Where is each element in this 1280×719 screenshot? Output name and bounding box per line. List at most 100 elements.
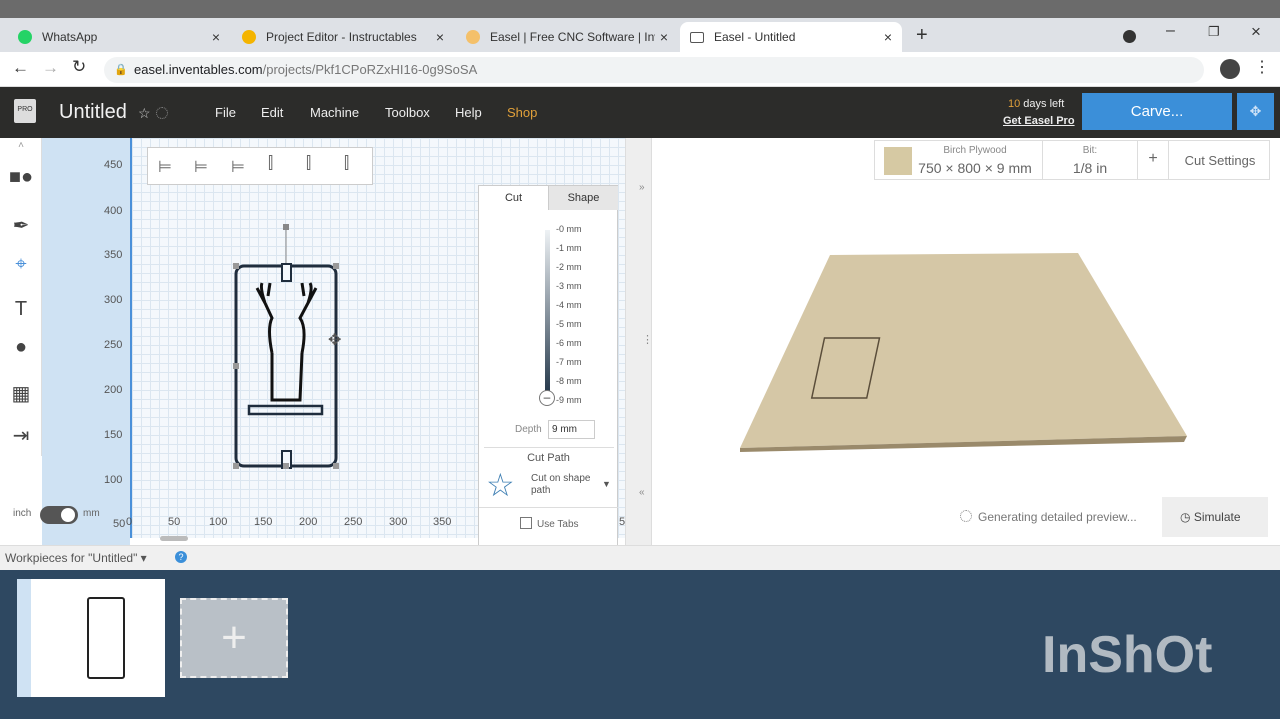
close-icon[interactable]: × (212, 29, 220, 45)
depth-label: Depth (515, 424, 542, 435)
loading-spinner-icon (960, 510, 972, 522)
avatar[interactable] (1220, 59, 1240, 79)
depth-slider-handle[interactable]: – (539, 390, 555, 406)
window-top-band (0, 0, 1280, 18)
ruler-y-label: 100 (104, 474, 123, 486)
shapes-icon[interactable]: ■● (8, 166, 34, 189)
cut-settings-panel: Cut Shape – -0 mm -1 mm -2 mm -3 mm -4 mm -5 … (478, 185, 618, 546)
close-icon[interactable]: × (884, 29, 892, 45)
align-right-icon[interactable]: ⊨ (231, 157, 245, 177)
help-icon[interactable]: ? (175, 551, 187, 563)
days-count: 10 (1008, 98, 1021, 110)
minimize-button[interactable]: – (1166, 22, 1175, 40)
horizontal-scrollbar[interactable] (160, 536, 188, 541)
menu-toolbox[interactable]: Toolbox (385, 105, 430, 120)
menu-shop[interactable]: Shop (507, 105, 537, 120)
days-text: days left (1020, 98, 1065, 110)
depth-tick-label: -3 mm (556, 281, 582, 291)
menu-help[interactable]: Help (455, 105, 482, 120)
simulate-button[interactable]: ◷ Simulate (1162, 497, 1268, 537)
tab-label: Easel - Untitled (714, 30, 796, 44)
depth-tick-label: -5 mm (556, 319, 582, 329)
favorite-star-icon[interactable]: ☆ (138, 105, 151, 122)
expand-left-icon[interactable]: « (639, 487, 645, 498)
ruler-x-label: 50 (168, 516, 181, 528)
unit-mm-label: mm (83, 508, 100, 519)
use-tabs-checkbox[interactable] (520, 517, 532, 529)
new-tab-button[interactable]: + (916, 24, 928, 47)
plywood-3d-board[interactable] (652, 138, 1280, 545)
carve-button[interactable]: Carve... (1082, 93, 1232, 130)
apps-icon[interactable]: ▦ (8, 381, 34, 406)
depth-tick-label: -1 mm (556, 243, 582, 253)
collapse-up-icon[interactable]: ˄ (8, 140, 34, 151)
text-tool-icon[interactable]: T (8, 298, 34, 321)
clock-icon: ◷ (1180, 510, 1194, 524)
forward-icon[interactable]: → (42, 58, 59, 78)
more-menu-icon[interactable]: ⋮ (1254, 57, 1270, 77)
url-host: easel.inventables.com (134, 62, 263, 77)
trial-days: 10 days left (1008, 98, 1064, 110)
ruler-y-label: 300 (104, 294, 123, 306)
tab-label: Easel | Free CNC Software | Inven (490, 30, 655, 44)
workpieces-label[interactable]: Workpieces for "Untitled" ▾ (5, 551, 147, 565)
close-icon[interactable]: × (436, 29, 444, 45)
pane-divider[interactable]: » ⋮ « (625, 138, 653, 545)
workpiece-thumbnail[interactable] (17, 579, 165, 697)
align-left-icon[interactable]: ⊨ (158, 157, 172, 177)
tab-shape[interactable]: Shape (548, 186, 618, 210)
add-workpiece-button[interactable]: + (180, 598, 288, 678)
depth-tick-label: -2 mm (556, 262, 582, 272)
use-tabs-label: Use Tabs (537, 519, 579, 530)
project-title[interactable]: Untitled (59, 101, 127, 124)
ruler-x-label: 300 (389, 516, 408, 528)
point-tool-icon[interactable]: ⌖ (8, 253, 34, 276)
app-header: PRO Untitled ☆ File Edit Machine Toolbox… (0, 87, 1280, 138)
star-icon[interactable]: ☆ (486, 466, 515, 504)
machine-move-icon[interactable]: ✥ (1237, 93, 1274, 130)
align-center-icon[interactable]: ⊨ (194, 157, 208, 177)
align-bottom-icon[interactable]: ⫿ (268, 155, 273, 173)
unit-inch-label: inch (13, 508, 32, 519)
back-icon[interactable]: ← (12, 58, 29, 78)
dropdown-arrow-icon[interactable]: ▼ (602, 479, 611, 489)
profile-dropdown-icon[interactable] (1123, 30, 1136, 43)
tab-easel-home[interactable]: Easel | Free CNC Software | Inven × (456, 22, 678, 52)
align-top-icon[interactable]: ⫿ (344, 155, 349, 173)
tab-cut[interactable]: Cut (479, 186, 548, 210)
tab-instructables[interactable]: Project Editor - Instructables × (232, 22, 454, 52)
apple-icon[interactable]: ● (8, 336, 34, 359)
ruler-x-label: 350 (433, 516, 452, 528)
ruler-x-label: 200 (299, 516, 318, 528)
browser-tab-bar: WhatsApp × Project Editor - Instructables… (0, 18, 1280, 52)
ruler-y-label: 50 (113, 518, 126, 530)
rotate-handle (283, 224, 289, 230)
depth-tick-label: -4 mm (556, 300, 582, 310)
easel-icon (466, 30, 480, 44)
align-middle-icon[interactable]: ⫿ (306, 155, 311, 173)
cut-path-title: Cut Path (527, 452, 570, 464)
pen-tool-icon[interactable]: ✒ (8, 213, 34, 238)
ruler-y-label: 200 (104, 384, 123, 396)
menu-machine[interactable]: Machine (310, 105, 359, 120)
3d-preview-pane[interactable]: Birch Plywood 750 × 800 × 9 mm Bit: 1/8 … (652, 138, 1280, 545)
tab-easel-untitled[interactable]: Easel - Untitled × (680, 22, 902, 52)
ruler-x-label: 100 (209, 516, 228, 528)
menu-edit[interactable]: Edit (261, 105, 283, 120)
import-icon[interactable]: ⇥ (8, 423, 34, 448)
menu-file[interactable]: File (215, 105, 236, 120)
reload-icon[interactable]: ↻ (72, 57, 86, 77)
unit-toggle[interactable] (40, 506, 78, 524)
depth-tick-label: -9 mm (556, 395, 582, 405)
get-easel-pro-link[interactable]: Get Easel Pro (1003, 115, 1075, 127)
cut-path-select[interactable]: Cut on shape path (531, 473, 597, 497)
restore-button[interactable]: ❐ (1208, 24, 1220, 40)
close-icon[interactable]: × (660, 29, 668, 45)
url-input[interactable]: 🔒 easel.inventables.com/projects/Pkf1CPoR… (104, 57, 1204, 83)
tab-whatsapp[interactable]: WhatsApp × (8, 22, 230, 52)
depth-slider-track[interactable] (545, 230, 550, 398)
close-window-button[interactable]: × (1251, 22, 1261, 42)
expand-right-icon[interactable]: » (639, 182, 645, 193)
depth-input[interactable]: 9 mm (548, 420, 595, 439)
whatsapp-icon (18, 30, 32, 44)
